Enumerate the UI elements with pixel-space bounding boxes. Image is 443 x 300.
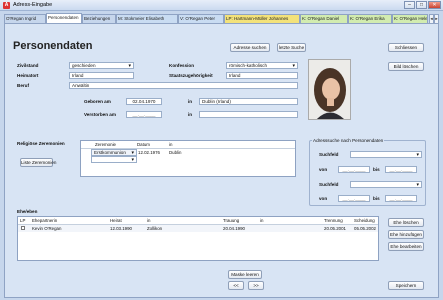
verstorben-am-label: Verstorben am [84, 112, 116, 117]
table-cell-heirat[interactable]: 12.03.1990 [110, 226, 132, 232]
ehe-grid: LP Ehepartnerin Heirat in Trauung in Tre… [17, 216, 379, 261]
tab-oregan-ingrid[interactable]: O'Regan Ingrid [4, 14, 46, 23]
table-row-new[interactable] [91, 156, 137, 163]
geboren-am-field[interactable]: 02.04.1970 [126, 98, 162, 105]
bis1-label: bis [373, 167, 380, 172]
next-button[interactable]: >> [248, 281, 264, 290]
suchfeld2-label: Suchfeld [319, 182, 339, 187]
window-title: Adress-Eingabe [13, 2, 53, 8]
schliessen-button[interactable]: Schliessen [388, 43, 424, 52]
suchfeld1-label: Suchfeld [319, 152, 339, 157]
close-button[interactable]: ✕ [428, 1, 441, 9]
zivilstand-label: Zivilstand [17, 63, 39, 68]
bis2-label: bis [373, 196, 380, 201]
heimatort-field[interactable]: Irland [69, 72, 134, 79]
adresssuche-title: Adresssuche nach Personendaten [312, 138, 385, 143]
tab-child-daniel[interactable]: K: O'Regan Daniel [300, 14, 348, 23]
staatszugehoerigkeit-field[interactable]: Irland [226, 72, 298, 79]
table-row[interactable]: Erstkommunion [91, 149, 137, 156]
verstorben-am-field[interactable]: __.__.____ [126, 111, 162, 118]
liste-zeremonien-button[interactable]: Liste Zeremonien [20, 158, 57, 167]
verstorben-in-label: in [188, 112, 193, 117]
table-cell-scheidung[interactable]: 05.05.2002 [354, 226, 376, 232]
tab-mother[interactable]: M: Stokmeier Elisabeth [116, 14, 178, 23]
table-cell-heirat-in[interactable]: Zollikon [147, 226, 162, 232]
tab-partner[interactable]: LP: Hartmann-Müller Johannes [224, 14, 300, 23]
heimatort-label: Heimatort [17, 73, 39, 78]
geboren-in-field[interactable]: Dublin (Irland) [199, 98, 298, 105]
suchfeld2-select[interactable] [350, 181, 422, 188]
von1-field[interactable]: __.__.____ [338, 166, 370, 173]
tab-beziehungen[interactable]: Beziehungen [82, 14, 116, 23]
title-bar [0, 0, 443, 11]
verstorben-in-field[interactable] [199, 111, 298, 118]
bis2-field[interactable]: __.__.____ [385, 195, 417, 202]
konfession-select[interactable]: römisch-katholisch [226, 62, 298, 69]
table-cell-trauung[interactable]: 20.04.1990 [223, 226, 245, 232]
speichern-button[interactable]: Speichern [388, 281, 424, 290]
geboren-in-label: in [188, 99, 193, 104]
zivilstand-select[interactable]: geschieden [69, 62, 134, 69]
ehe-loeschen-button[interactable]: Ehe löschen [388, 218, 424, 227]
maximize-button[interactable]: □ [416, 1, 427, 9]
geboren-am-label: Geboren am [84, 99, 111, 104]
page-title: Personendaten [13, 40, 93, 52]
suchfeld1-select[interactable] [350, 151, 422, 158]
tab-father[interactable]: V: O'Regan Peter [178, 14, 224, 23]
tab-personendaten[interactable]: Personendaten [46, 13, 82, 23]
bis1-field[interactable]: __.__.____ [385, 166, 417, 173]
maske-leeren-button[interactable]: Maske leeren [228, 270, 262, 279]
previous-button[interactable]: << [228, 281, 244, 290]
table-cell-trennung[interactable]: 20.05.2001 [324, 226, 346, 232]
ehe-title: Ehe/eben [17, 209, 38, 214]
tab-child-hele[interactable]: K: O'Regan Hele [392, 14, 428, 23]
minimize-button[interactable]: – [404, 1, 415, 9]
adresse-suchen-button[interactable]: Adresse suchen [230, 43, 270, 52]
zeremonien-grid: Zeremonie Datum in Erstkommunion 12.02.1… [80, 140, 296, 177]
person-photo-icon [308, 59, 351, 120]
von1-label: von [319, 167, 328, 172]
ehe-hinzufuegen-button[interactable]: Ehe hinzufügen [388, 230, 424, 239]
ehe-bearbeiten-button[interactable]: Ehe bearbeiten [388, 242, 424, 251]
tab-strip: O'Regan Ingrid Personendaten Beziehungen… [4, 13, 439, 23]
beruf-label: Beruf [17, 83, 29, 88]
von2-label: von [319, 196, 328, 201]
bild-loeschen-button[interactable]: Bild löschen [388, 62, 424, 71]
beruf-field[interactable]: Anwältin [69, 82, 298, 89]
tab-child-erika[interactable]: K: O'Regan Erika [348, 14, 392, 23]
konfession-label: Konfession [169, 63, 195, 68]
zeremonien-title: Religiöse Zeremonien [17, 141, 65, 146]
address-book-icon: A [3, 2, 10, 9]
table-cell-in[interactable]: Dublin [169, 150, 181, 156]
von2-field[interactable]: __.__.____ [338, 195, 370, 202]
tab-scroll-right[interactable]: ▸ [434, 14, 439, 23]
letzte-suche-button[interactable]: letzte Suche [277, 43, 306, 52]
table-cell-partner[interactable]: Kevin O'Regan [32, 226, 61, 232]
lp-checkbox[interactable] [21, 226, 25, 230]
staatszugehoerigkeit-label: Staatszugehörigkeit [169, 73, 213, 78]
table-cell-datum[interactable]: 12.02.1976 [138, 150, 160, 156]
